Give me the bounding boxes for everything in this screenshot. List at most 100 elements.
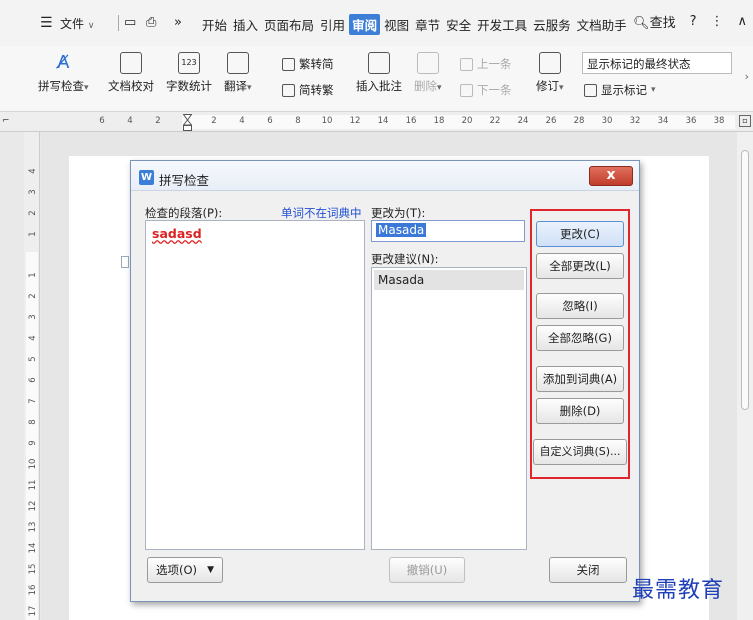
chevron-down-icon: ∨ <box>87 21 95 31</box>
tab-insert[interactable]: 插入 <box>231 15 260 34</box>
ruler-tick: 22 <box>489 116 501 126</box>
track-changes-button[interactable]: 修订▾ <box>536 52 564 94</box>
collapse-ribbon-icon[interactable]: ∧ <box>737 14 747 29</box>
change-all-button[interactable]: 全部更改(L) <box>536 253 624 279</box>
tab-home[interactable]: 开始 <box>200 15 229 34</box>
simp-to-trad-button[interactable]: 简转繁 <box>282 82 334 98</box>
menubar-right: 🔍︎查找 ? ⋮ ∧ <box>633 12 747 31</box>
ribbon-scroll-right-icon[interactable]: › <box>745 70 749 83</box>
search-button[interactable]: 🔍︎查找 <box>633 12 676 31</box>
more-options-icon[interactable]: ⋮ <box>710 14 723 29</box>
hamburger-menu-icon[interactable]: ☰ <box>40 15 53 31</box>
tab-chapter[interactable]: 章节 <box>413 15 442 34</box>
insert-comment-button[interactable]: 插入批注 <box>356 52 402 94</box>
ruler-tick: 12 <box>349 116 361 126</box>
ruler-tick: 15 <box>28 563 38 575</box>
word-count-button[interactable]: 123 字数统计 <box>166 52 212 94</box>
tab-review[interactable]: 审阅 <box>349 14 381 35</box>
paragraph-marker <box>121 256 129 268</box>
tab-references[interactable]: 引用 <box>318 15 347 34</box>
app-logo-icon: W <box>139 170 154 185</box>
ruler-tick: 4 <box>28 168 38 174</box>
trad-to-simp-button[interactable]: 繁转简 <box>282 56 334 72</box>
list-item[interactable]: Masada <box>374 270 524 290</box>
delete-comment-button[interactable]: 删除▾ <box>414 52 442 94</box>
ruler-tick: 16 <box>405 116 417 126</box>
watermark: 最需教育 <box>632 578 725 603</box>
ruler-tick: 10 <box>321 116 333 126</box>
ruler-tick: 6 <box>28 377 38 383</box>
ruler-tick: 12 <box>28 500 38 512</box>
checked-paragraph-box[interactable]: sadasd <box>145 220 365 550</box>
chevron-down-icon: ▾ <box>247 83 252 93</box>
ruler-tick: 1 <box>28 272 38 278</box>
ruler-tick: 28 <box>573 116 585 126</box>
ruler-tick: 1 <box>28 231 38 237</box>
ruler-tick: 4 <box>239 116 245 126</box>
horizontal-ruler: ⌐ 6 4 2 2 4 6 8 10 12 14 16 18 20 22 24 … <box>0 112 753 132</box>
ruler-tick: 24 <box>517 116 529 126</box>
ignore-all-button[interactable]: 全部忽略(G) <box>536 325 624 351</box>
ruler-tick: 8 <box>295 116 301 126</box>
ruler-tick: 9 <box>28 440 38 446</box>
change-button[interactable]: 更改(C) <box>536 221 624 247</box>
spell-check-button[interactable]: A̸ 拼写检查▾ <box>38 52 89 94</box>
help-icon[interactable]: ? <box>690 14 697 29</box>
doc-proof-button[interactable]: 文档校对 <box>108 52 154 94</box>
ruler-tick: 36 <box>685 116 697 126</box>
vertical-scrollbar[interactable] <box>737 132 753 620</box>
change-to-input[interactable]: Masada <box>371 220 525 242</box>
ignore-button[interactable]: 忽略(I) <box>536 293 624 319</box>
show-markup-button[interactable]: 显示标记 ▾ <box>584 82 656 98</box>
prev-comment-button[interactable]: 上一条 <box>460 56 512 72</box>
tab-doc-assistant[interactable]: 文档助手 <box>575 15 629 34</box>
ruler-tick: 4 <box>127 116 133 126</box>
ruler-tick: 11 <box>28 479 38 491</box>
ruler-toggle-icon[interactable]: ▫ <box>739 115 751 127</box>
print-icon[interactable]: ⎙ <box>146 15 156 30</box>
file-menu[interactable]: 文件 ∨ <box>60 15 94 32</box>
markup-state-select[interactable]: 显示标记的最终状态 <box>582 52 732 74</box>
change-to-label: 更改为(T): <box>371 206 426 220</box>
scrollbar-thumb[interactable] <box>741 150 749 410</box>
tab-developer[interactable]: 开发工具 <box>475 15 529 34</box>
add-to-dict-button[interactable]: 添加到词典(A) <box>536 366 624 392</box>
ruler-tick: 18 <box>433 116 445 126</box>
chevron-down-icon: ▾ <box>559 83 564 93</box>
ruler-tick: 13 <box>28 521 38 533</box>
indent-marker-icon[interactable] <box>183 114 192 131</box>
options-button[interactable]: 选项(O) ▼ <box>147 557 223 583</box>
search-icon: 🔍︎ <box>633 16 650 31</box>
ruler-tick: 30 <box>601 116 613 126</box>
close-icon[interactable]: x <box>589 166 633 186</box>
close-button[interactable]: 关闭 <box>549 557 627 583</box>
spell-check-dialog: W 拼写检查 x 检查的段落(P): 单词不在词典中 sadasd 更改为(T)… <box>130 160 640 602</box>
translate-icon <box>226 52 249 74</box>
change-to-value: Masada <box>376 223 427 237</box>
delete-word-button[interactable]: 删除(D) <box>536 398 624 424</box>
ruler-tick: 4 <box>28 335 38 341</box>
next-comment-button[interactable]: 下一条 <box>460 82 512 98</box>
ruler-tick: 17 <box>28 605 38 617</box>
undo-button[interactable]: 撤销(U) <box>389 557 465 583</box>
dialog-titlebar[interactable]: W 拼写检查 x <box>131 161 639 191</box>
tab-cloud[interactable]: 云服务 <box>531 15 573 34</box>
simp-trad-icon <box>282 83 295 97</box>
ruler-tick: 7 <box>28 398 38 404</box>
tab-stop-icon[interactable]: ⌐ <box>2 116 10 126</box>
tab-page-layout[interactable]: 页面布局 <box>262 15 316 34</box>
save-icon[interactable]: ▭ <box>124 15 136 30</box>
translate-button[interactable]: 翻译▾ <box>224 52 252 94</box>
tab-view[interactable]: 视图 <box>382 15 411 34</box>
prev-icon <box>460 57 473 71</box>
custom-dict-button[interactable]: 自定义词典(S)... <box>533 439 627 465</box>
ruler-tick: 16 <box>28 584 38 596</box>
ruler-tick: 34 <box>657 116 669 126</box>
vertical-ruler: 4 3 2 1 1 2 3 4 5 6 7 8 9 10 11 12 13 14… <box>24 132 40 620</box>
suggestions-list[interactable]: Masada <box>371 267 527 550</box>
ruler-tick: 5 <box>28 356 38 362</box>
comment-icon <box>368 52 390 74</box>
more-chevron[interactable]: » <box>174 15 182 30</box>
dropdown-arrow-icon: ▼ <box>207 565 214 575</box>
tab-security[interactable]: 安全 <box>444 15 473 34</box>
